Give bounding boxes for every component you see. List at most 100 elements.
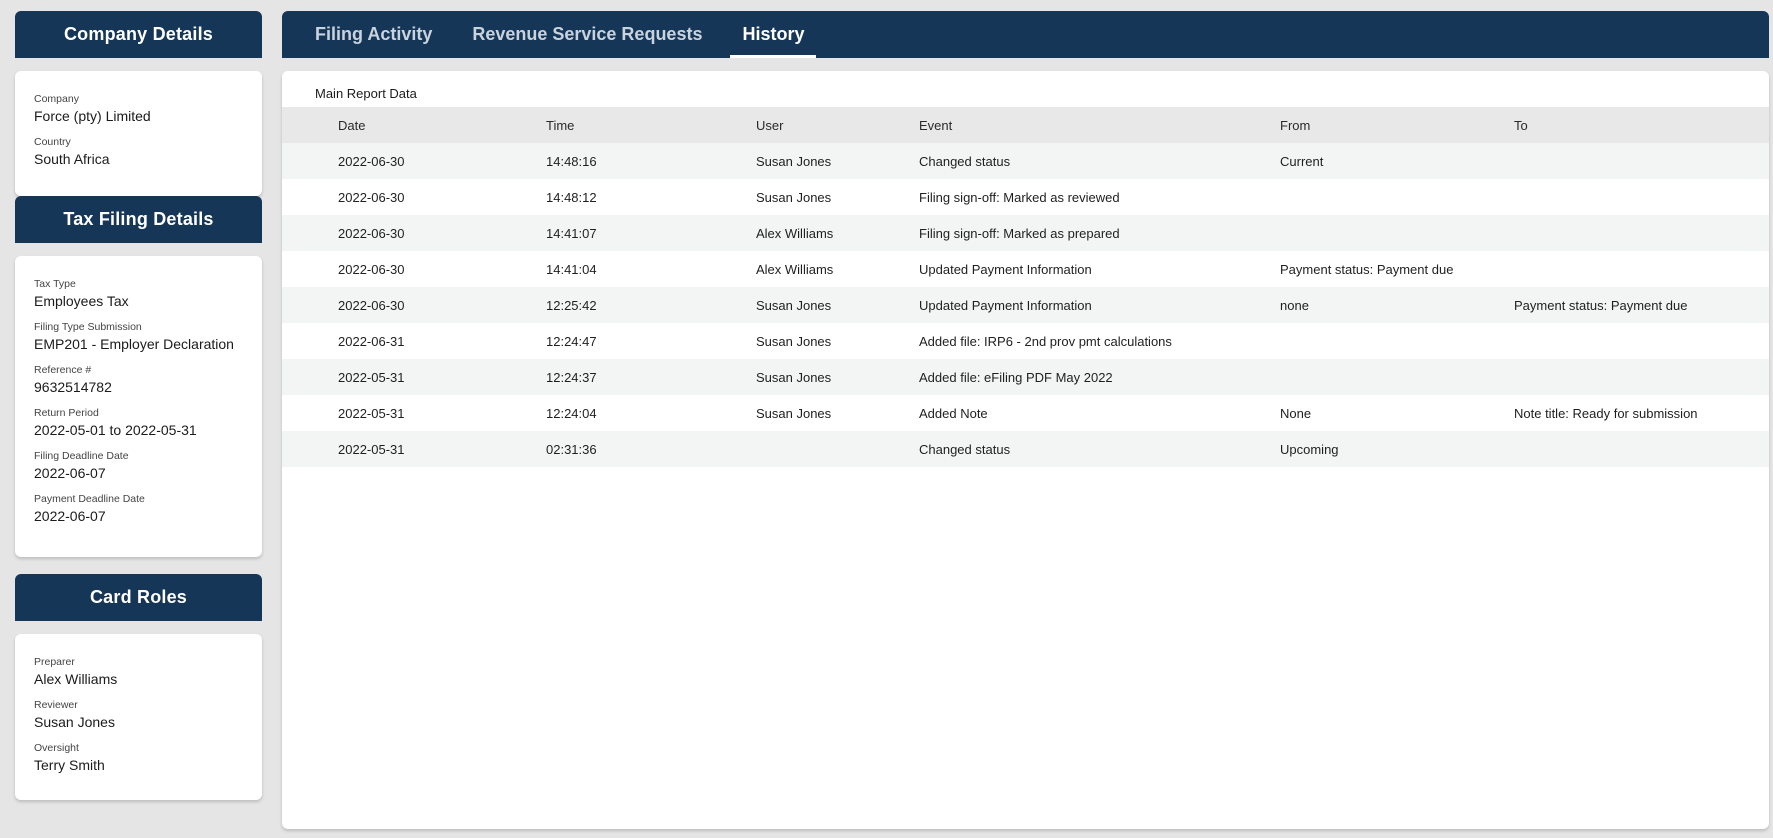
company-details-panel: Company Details Company Force (pty) Limi… (15, 11, 262, 196)
column-header-time[interactable]: Time (546, 107, 756, 143)
country-field: Country South Africa (34, 136, 243, 169)
column-header-from[interactable]: From (1280, 107, 1514, 143)
time-cell: 12:24:47 (546, 333, 597, 349)
table-row[interactable]: 2022-05-31 02:31:36 Changed status Upcoming (282, 431, 1769, 467)
return-period-field: Return Period 2022-05-01 to 2022-05-31 (34, 407, 243, 440)
filing-deadline-field: Filing Deadline Date 2022-06-07 (34, 450, 243, 483)
from-cell: Payment status: Payment due (1280, 261, 1454, 277)
tab-revenue-service-requests[interactable]: Revenue Service Requests (472, 11, 702, 58)
reviewer-value: Susan Jones (34, 714, 115, 730)
event-cell: Filing sign-off: Marked as prepared (919, 225, 1120, 241)
tab-filing-activity[interactable]: Filing Activity (315, 11, 432, 58)
tax-filing-details-card: Tax Type Employees Tax Filing Type Submi… (15, 256, 262, 557)
company-field: Company Force (pty) Limited (34, 93, 243, 126)
table-row[interactable]: 2022-05-31 12:24:37 Susan Jones Added file:… (282, 359, 1769, 395)
table-row[interactable]: 2022-06-30 14:48:12 Susan Jones Filing sign… (282, 179, 1769, 215)
reference-value: 9632514782 (34, 379, 112, 395)
filing-type-value: EMP201 - Employer Declaration (34, 336, 234, 352)
event-cell: Added file: IRP6 - 2nd prov pmt calculat… (919, 333, 1172, 349)
filing-type-field: Filing Type Submission EMP201 - Employer… (34, 321, 243, 354)
country-label: Country (34, 136, 71, 148)
filing-deadline-label: Filing Deadline Date (34, 450, 129, 462)
time-cell: 14:48:12 (546, 189, 597, 205)
history-table-body: 2022-06-30 14:48:16 Susan Jones Changed sta… (282, 143, 1769, 467)
tax-type-field: Tax Type Employees Tax (34, 278, 243, 311)
table-row[interactable]: 2022-06-30 14:41:07 Alex Williams Filing si… (282, 215, 1769, 251)
reference-label: Reference # (34, 364, 92, 376)
to-cell (1514, 431, 1769, 467)
from-cell (1280, 323, 1514, 359)
event-cell: Changed status (919, 441, 1011, 457)
to-cell (1514, 215, 1769, 251)
tab-history[interactable]: History (730, 11, 817, 58)
from-cell (1280, 215, 1514, 251)
user-cell: Susan Jones (756, 333, 832, 349)
column-header-date[interactable]: Date (282, 107, 546, 143)
to-cell (1514, 143, 1769, 179)
oversight-value: Terry Smith (34, 757, 105, 773)
time-cell: 12:25:42 (546, 297, 597, 313)
user-cell: Susan Jones (756, 369, 832, 385)
report-panel: Main Report Data Date Time User Event Fr… (282, 71, 1769, 829)
tax-filing-details-header: Tax Filing Details (15, 196, 262, 243)
company-details-card: Company Force (pty) Limited Country Sout… (15, 71, 262, 196)
user-cell: Alex Williams (756, 225, 834, 241)
user-cell: Susan Jones (756, 405, 832, 421)
column-header-user[interactable]: User (756, 107, 919, 143)
table-row[interactable]: 2022-06-30 14:41:04 Alex Williams Updated P… (282, 251, 1769, 287)
event-cell: Added file: eFiling PDF May 2022 (919, 369, 1113, 385)
sidebar: Company Details Company Force (pty) Limi… (15, 11, 262, 800)
time-cell: 12:24:04 (546, 405, 597, 421)
payment-deadline-label: Payment Deadline Date (34, 493, 145, 505)
event-cell: Updated Payment Information (919, 261, 1092, 277)
filing-type-label: Filing Type Submission (34, 321, 142, 333)
to-cell (1514, 323, 1769, 359)
from-cell: Current (1280, 153, 1324, 169)
column-header-to[interactable]: To (1514, 107, 1769, 143)
return-period-label: Return Period (34, 407, 99, 419)
user-cell: Susan Jones (756, 153, 832, 169)
card-roles-card: Preparer Alex Williams Reviewer Susan Jo… (15, 634, 262, 800)
column-header-event[interactable]: Event (919, 107, 1280, 143)
date-cell: 2022-05-31 (338, 405, 405, 421)
card-roles-header: Card Roles (15, 574, 262, 621)
table-row[interactable]: 2022-06-31 12:24:47 Susan Jones Added file:… (282, 323, 1769, 359)
date-cell: 2022-06-30 (338, 189, 405, 205)
return-period-value: 2022-05-01 to 2022-05-31 (34, 422, 197, 438)
preparer-label: Preparer (34, 656, 75, 668)
date-cell: 2022-05-31 (338, 369, 405, 385)
from-cell (1280, 179, 1514, 215)
time-cell: 12:24:37 (546, 369, 597, 385)
from-cell: None (1280, 405, 1312, 421)
to-cell (1514, 179, 1769, 215)
table-row[interactable]: 2022-06-30 12:25:42 Susan Jones Updated Pay… (282, 287, 1769, 323)
country-value: South Africa (34, 151, 110, 167)
reference-field: Reference # 9632514782 (34, 364, 243, 397)
date-cell: 2022-06-30 (338, 225, 405, 241)
date-cell: 2022-06-30 (338, 153, 405, 169)
event-cell: Updated Payment Information (919, 297, 1092, 313)
report-title: Main Report Data (315, 86, 417, 101)
table-row[interactable]: 2022-06-30 14:48:16 Susan Jones Changed sta… (282, 143, 1769, 179)
tab-bar: Filing Activity Revenue Service Requests… (282, 11, 1769, 58)
to-cell (1514, 359, 1769, 395)
to-cell: Payment status: Payment due (1514, 297, 1688, 313)
user-cell: Alex Williams (756, 261, 834, 277)
filing-deadline-value: 2022-06-07 (34, 465, 106, 481)
oversight-label: Oversight (34, 742, 79, 754)
user-cell (756, 431, 919, 467)
date-cell: 2022-06-30 (338, 261, 405, 277)
tax-filing-details-panel: Tax Filing Details Tax Type Employees Ta… (15, 196, 262, 557)
table-header-row: Date Time User Event From To (282, 107, 1769, 143)
date-cell: 2022-05-31 (338, 441, 405, 457)
from-cell (1280, 359, 1514, 395)
date-cell: 2022-06-31 (338, 333, 405, 349)
time-cell: 14:48:16 (546, 153, 597, 169)
company-label: Company (34, 93, 79, 105)
main-content: Filing Activity Revenue Service Requests… (282, 11, 1769, 829)
company-details-header: Company Details (15, 11, 262, 58)
card-roles-panel: Card Roles Preparer Alex Williams Review… (15, 574, 262, 800)
table-row[interactable]: 2022-05-31 12:24:04 Susan Jones Added Note N… (282, 395, 1769, 431)
event-cell: Filing sign-off: Marked as reviewed (919, 189, 1120, 205)
date-cell: 2022-06-30 (338, 297, 405, 313)
